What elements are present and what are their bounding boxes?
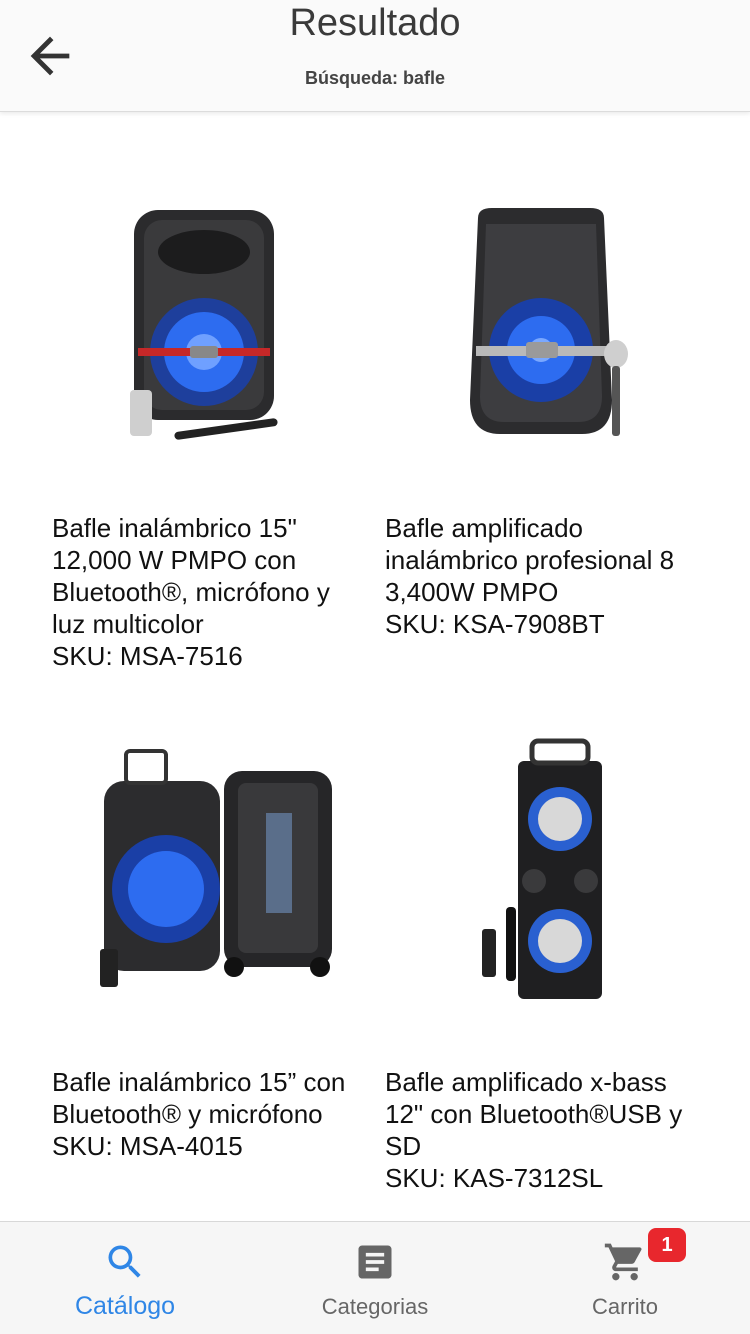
product-grid: Bafle inalámbrico 15" 12,000 W PMPO con …: [0, 113, 750, 1220]
tab-catalogo-label: Catálogo: [74, 1292, 176, 1320]
product-info: Bafle amplificado inalámbrico profesiona…: [385, 512, 703, 640]
product-info: Bafle inalámbrico 15" 12,000 W PMPO con …: [52, 512, 370, 672]
tab-carrito-label: Carrito: [591, 1294, 658, 1319]
product-image: [48, 723, 368, 1023]
tab-categorias[interactable]: Categorias: [250, 1222, 500, 1334]
list-icon: [358, 1245, 392, 1279]
app-header: Resultado Búsqueda: bafle: [0, 0, 750, 112]
bottom-tab-bar: Catálogo Categorias Carrito: [0, 1221, 750, 1334]
product-name: Bafle amplificado x-bass 12" con Bluetoo…: [385, 1067, 683, 1161]
product-name: Bafle inalámbrico 15” con Bluetooth® y m…: [52, 1067, 346, 1129]
product-sku: SKU: KSA-7908BT: [385, 609, 605, 639]
page-title: Resultado: [289, 2, 461, 44]
cart-icon: [604, 1243, 642, 1281]
product-card[interactable]: Bafle amplificado x-bass 12" con Bluetoo…: [385, 668, 705, 1220]
tab-catalogo[interactable]: Catálogo: [0, 1222, 250, 1334]
search-icon: [108, 1245, 141, 1278]
product-image: [48, 170, 368, 470]
product-card[interactable]: Bafle inalámbrico 15” con Bluetooth® y m…: [52, 668, 372, 1220]
product-sku: SKU: MSA-4015: [52, 1131, 243, 1161]
product-image: [382, 723, 702, 1023]
product-sku: SKU: KAS-7312SL: [385, 1163, 604, 1193]
product-image: [382, 170, 702, 470]
product-name: Bafle inalámbrico 15" 12,000 W PMPO con …: [52, 513, 330, 639]
tab-carrito[interactable]: Carrito: [500, 1222, 750, 1334]
tab-categorias-label: Categorias: [321, 1294, 429, 1319]
product-info: Bafle amplificado x-bass 12" con Bluetoo…: [385, 1066, 703, 1194]
product-name: Bafle amplificado inalámbrico profesiona…: [385, 513, 711, 607]
search-query-label: Búsqueda: bafle: [304, 68, 446, 88]
cart-count-badge: 1: [648, 1228, 686, 1262]
product-card[interactable]: Bafle amplificado inalámbrico profesiona…: [385, 113, 705, 673]
product-info: Bafle inalámbrico 15” con Bluetooth® y m…: [52, 1066, 370, 1162]
product-card[interactable]: Bafle inalámbrico 15" 12,000 W PMPO con …: [52, 113, 372, 673]
